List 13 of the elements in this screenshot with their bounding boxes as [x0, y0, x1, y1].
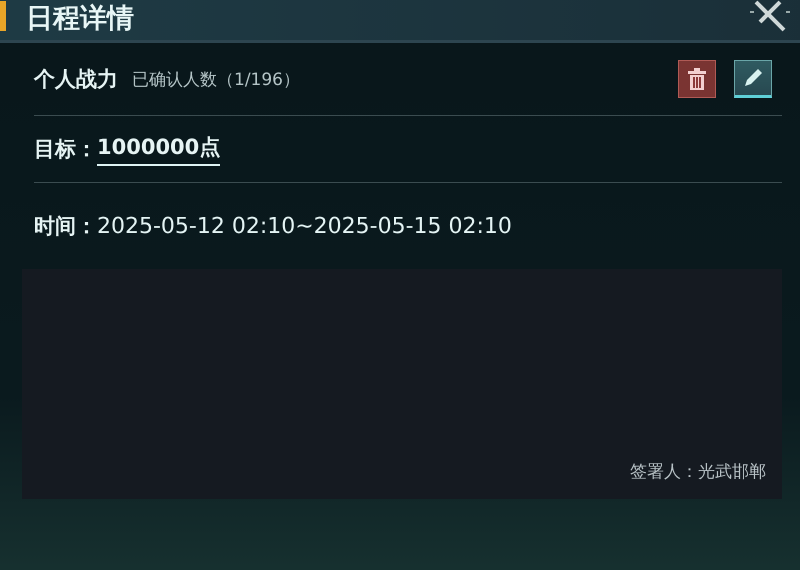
goal-label: 目标： — [34, 136, 97, 163]
pencil-icon — [742, 67, 764, 89]
window-title: 日程详情 — [26, 2, 134, 36]
edit-button[interactable] — [734, 60, 772, 98]
title-accent — [0, 1, 6, 31]
event-name: 个人战力 — [34, 66, 118, 93]
goal-value: 1000000点 — [97, 132, 220, 166]
time-range: 2025-05-12 02:10~2025-05-15 02:10 — [97, 214, 512, 238]
signer-text: 签署人：光武邯郸 — [630, 461, 766, 483]
confirmed-count: 已确认人数（1/196） — [132, 68, 300, 90]
time-label: 时间： — [34, 213, 97, 240]
delete-button[interactable] — [678, 60, 716, 98]
trash-icon — [687, 68, 707, 90]
